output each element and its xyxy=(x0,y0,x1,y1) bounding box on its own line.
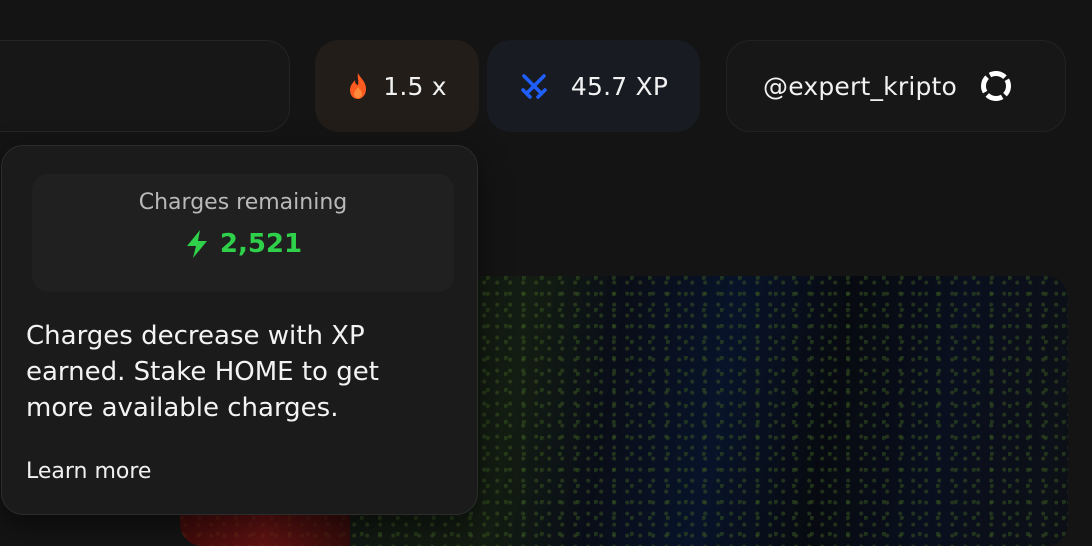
user-handle: @expert_kripto xyxy=(763,71,958,101)
charges-popover: Charges remaining 2,521 Charges decrease… xyxy=(1,145,478,515)
multiplier-value: 1.5 x xyxy=(383,71,447,101)
xp-badge[interactable]: 45.7 XP xyxy=(487,40,700,132)
charges-remaining-card: Charges remaining 2,521 xyxy=(32,174,454,292)
crossed-swords-icon xyxy=(519,71,549,101)
multiplier-badge[interactable]: 1.5 x xyxy=(315,40,479,132)
charges-remaining-label: Charges remaining xyxy=(138,190,348,215)
ring-avatar-icon xyxy=(979,69,1013,103)
flame-icon xyxy=(347,72,369,100)
search-box[interactable] xyxy=(0,40,290,132)
user-account-button[interactable]: @expert_kripto xyxy=(726,40,1066,132)
learn-more-link[interactable]: Learn more xyxy=(26,459,151,484)
lightning-bolt-icon xyxy=(184,229,210,259)
xp-value: 45.7 XP xyxy=(570,71,669,101)
charges-remaining-value: 2,521 xyxy=(219,229,303,259)
charges-value-row: 2,521 xyxy=(184,229,302,259)
charges-description: Charges decrease with XP earned. Stake H… xyxy=(26,321,379,423)
